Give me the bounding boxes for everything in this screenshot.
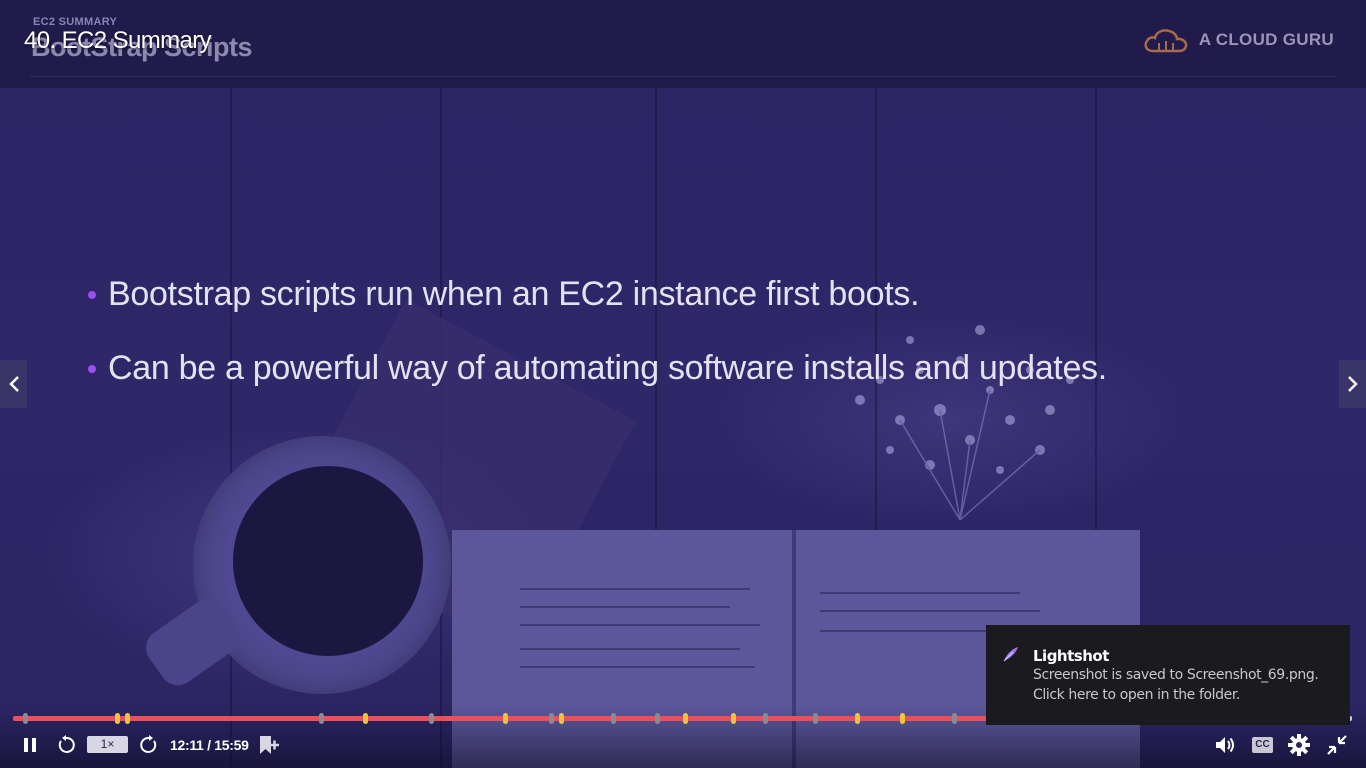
- gear-icon: [1288, 734, 1310, 756]
- bullet-dot: [88, 364, 96, 373]
- brand: A CLOUD GURU: [1143, 26, 1334, 54]
- book-text-line: [520, 588, 750, 590]
- chapter-marker[interactable]: [763, 713, 768, 724]
- book-text-line: [520, 606, 730, 608]
- slide-bullet: Can be a powerful way of automating soft…: [88, 349, 1107, 388]
- background-plank: [230, 88, 232, 768]
- next-lesson-button[interactable]: [1339, 360, 1366, 408]
- chapter-marker[interactable]: [549, 713, 554, 724]
- book-text-line: [820, 610, 1040, 612]
- cloud-logo-icon: [1144, 29, 1188, 53]
- bookmark-marker[interactable]: [363, 713, 368, 724]
- book-text-line: [520, 648, 740, 650]
- bullet-text: Bootstrap scripts run when an EC2 instan…: [108, 275, 920, 313]
- rewind-icon: [58, 735, 75, 753]
- video-title: 40. EC2 Summary: [24, 27, 212, 54]
- chapter-marker[interactable]: [429, 713, 434, 724]
- exit-fullscreen-button[interactable]: [1326, 734, 1348, 761]
- chapter-marker[interactable]: [23, 713, 28, 724]
- chapter-marker[interactable]: [655, 713, 660, 724]
- header-divider: [30, 76, 1336, 77]
- forward-icon: [140, 735, 157, 753]
- chapter-marker[interactable]: [952, 713, 957, 724]
- chapter-marker[interactable]: [319, 713, 324, 724]
- bookmark-marker[interactable]: [125, 713, 130, 724]
- bookmark-marker[interactable]: [731, 713, 736, 724]
- pause-icon: [24, 738, 36, 752]
- coffee-cup-decoration: [193, 436, 451, 694]
- add-bookmark-button[interactable]: [258, 734, 280, 761]
- rewind-button[interactable]: [56, 735, 76, 760]
- chevron-right-icon: [1347, 376, 1358, 392]
- volume-icon: [1216, 737, 1234, 753]
- volume-button[interactable]: [1214, 735, 1236, 760]
- chapter-marker[interactable]: [611, 713, 616, 724]
- bookmark-marker[interactable]: [503, 713, 508, 724]
- chapter-marker[interactable]: [813, 713, 818, 724]
- settings-button[interactable]: [1288, 734, 1310, 761]
- forward-button[interactable]: [139, 735, 159, 760]
- playback-speed-button[interactable]: 1×: [87, 736, 128, 753]
- bookmark-add-icon: [260, 736, 279, 754]
- notification-hint: Click here to open in the folder.: [1033, 687, 1240, 703]
- time-display: 12:11 / 15:59: [170, 737, 249, 753]
- bullet-text: Can be a powerful way of automating soft…: [108, 349, 1107, 387]
- bookmark-marker[interactable]: [855, 713, 860, 724]
- lightshot-notification[interactable]: Lightshot Screenshot is saved to Screens…: [986, 625, 1350, 725]
- bookmark-marker[interactable]: [559, 713, 564, 724]
- bookmark-marker[interactable]: [900, 713, 905, 724]
- notification-title: Lightshot: [1033, 647, 1109, 665]
- pause-button[interactable]: [22, 737, 38, 753]
- video-player: EC2 SUMMARY BootStrap Scripts A CLOUD GU…: [0, 0, 1366, 768]
- captions-button[interactable]: CC: [1252, 737, 1273, 753]
- notification-message: Screenshot is saved to Screenshot_69.png…: [1033, 667, 1319, 683]
- coffee-decoration: [233, 466, 423, 656]
- book-text-line: [820, 592, 1020, 594]
- book-text-line: [520, 624, 760, 626]
- bookmark-marker[interactable]: [115, 713, 120, 724]
- previous-lesson-button[interactable]: [0, 360, 27, 408]
- bullet-dot: [88, 290, 96, 299]
- brand-name: A CLOUD GURU: [1198, 30, 1334, 49]
- chevron-left-icon: [8, 376, 19, 392]
- slide-bullet: Bootstrap scripts run when an EC2 instan…: [88, 275, 920, 314]
- book-text-line: [520, 666, 755, 668]
- exit-fullscreen-icon: [1327, 735, 1347, 755]
- bookmark-marker[interactable]: [683, 713, 688, 724]
- lightshot-feather-icon: [1003, 647, 1018, 662]
